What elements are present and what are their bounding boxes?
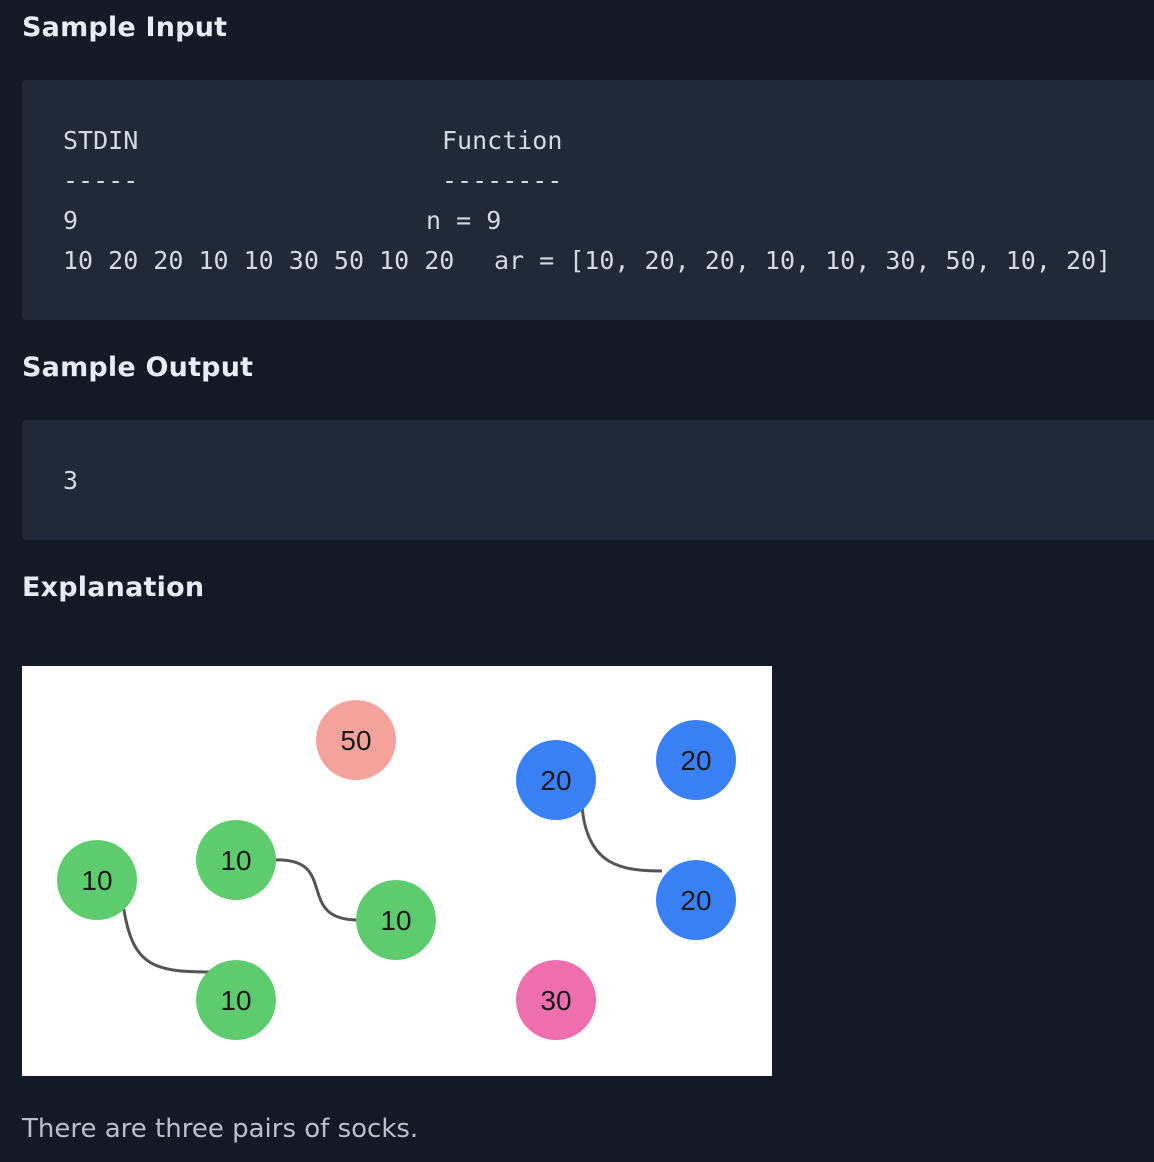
function-underline: -------- [442, 166, 563, 195]
pair-link [271, 858, 361, 922]
pair-link [580, 805, 663, 873]
pair-link [121, 903, 213, 974]
explanation-text: There are three pairs of socks. [22, 1114, 419, 1144]
sock-label: 10 [220, 985, 251, 1016]
sock-node: 20 [656, 860, 736, 940]
sock-label: 20 [680, 745, 711, 776]
sock-label: 10 [81, 865, 112, 896]
sample-output-value: 3 [63, 466, 79, 495]
sock-node: 10 [196, 820, 276, 900]
sock-node: 50 [316, 700, 396, 780]
sock-label: 30 [540, 985, 571, 1016]
stdin-underline: ----- [63, 166, 139, 195]
sock-node: 20 [516, 740, 596, 820]
sock-node: 10 [356, 880, 436, 960]
explanation-heading: Explanation [22, 572, 205, 603]
sample-input-heading: Sample Input [22, 12, 228, 43]
stdin-header: STDIN [63, 126, 139, 155]
sock-label: 10 [380, 905, 411, 936]
sock-label: 50 [340, 725, 371, 756]
sock-node: 10 [57, 840, 137, 920]
sample-output-code-block: 3 [22, 420, 1154, 540]
sample-input-code-block: STDIN Function ----- -------- 9 n = 9 10… [22, 80, 1154, 320]
function-row-1: n = 9 [426, 206, 502, 235]
socks-figure: 10 10 10 10 50 20 20 20 30 [22, 666, 772, 1076]
stdin-row-1: 9 [63, 206, 79, 235]
sample-output-heading: Sample Output [22, 352, 254, 383]
sock-node: 10 [196, 960, 276, 1040]
sock-node: 30 [516, 960, 596, 1040]
stdin-row-2: 10 20 20 10 10 30 50 10 20 [63, 246, 455, 275]
function-row-2: ar = [10, 20, 20, 10, 10, 30, 50, 10, 20… [494, 246, 1112, 275]
function-header: Function [442, 126, 563, 155]
sock-node: 20 [656, 720, 736, 800]
sock-label: 20 [540, 765, 571, 796]
sock-label: 20 [680, 885, 711, 916]
sock-label: 10 [220, 845, 251, 876]
socks-diagram: 10 10 10 10 50 20 20 20 30 [57, 700, 736, 1040]
